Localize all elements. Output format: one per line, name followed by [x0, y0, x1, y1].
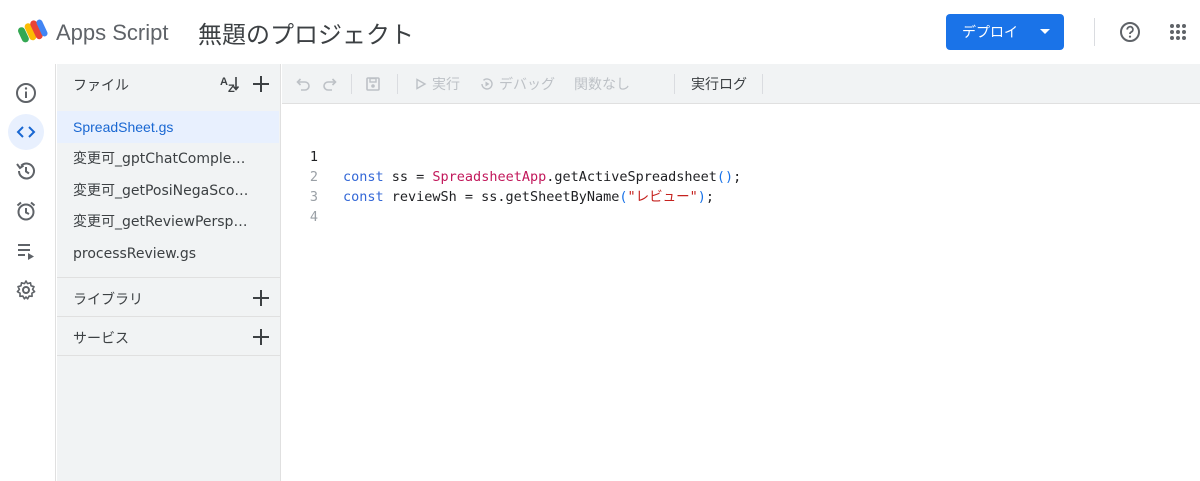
files-panel: ファイル A Z SpreadSheet.gs 変更可_gptChatCompl…	[57, 64, 281, 481]
toolbar-divider	[351, 74, 352, 94]
save-icon[interactable]	[365, 74, 381, 94]
debug-button[interactable]: デバッグ	[479, 74, 555, 94]
execution-log-button[interactable]: 実行ログ	[691, 74, 747, 94]
sort-az-icon[interactable]: A Z	[219, 73, 241, 95]
files-header: ファイル A Z	[57, 64, 281, 104]
services-label: サービス	[73, 331, 129, 347]
toolbar-divider	[762, 74, 763, 94]
debug-icon	[481, 78, 493, 90]
svg-text:A: A	[220, 76, 228, 88]
file-item-spreadsheet[interactable]: SpreadSheet.gs	[57, 111, 279, 143]
execution-log-label: 実行ログ	[691, 77, 747, 93]
triggers-button[interactable]	[8, 193, 44, 229]
redo-icon[interactable]	[322, 74, 338, 94]
info-icon	[16, 83, 36, 103]
files-title: ファイル	[73, 78, 129, 94]
file-item-review-perspective[interactable]: 変更可_getReviewPerspecti...	[57, 206, 279, 238]
libraries-label: ライブラリ	[73, 292, 143, 308]
header-divider	[1094, 18, 1095, 46]
chevron-down-icon	[1040, 29, 1050, 34]
code-line: 3	[282, 167, 1200, 205]
gear-icon	[16, 280, 36, 300]
file-item-process-review[interactable]: processReview.gs	[57, 238, 279, 270]
play-icon	[416, 78, 427, 90]
help-icon[interactable]	[1119, 21, 1141, 43]
toolbar-divider	[397, 74, 398, 94]
add-service-icon[interactable]	[251, 327, 271, 347]
deploy-button[interactable]: デプロイ	[946, 14, 1064, 50]
file-item-posi-nega-score[interactable]: 変更可_getPosiNegaScore.gs	[57, 175, 279, 207]
toolbar-divider	[674, 74, 675, 94]
function-select-value: 関数なし	[574, 77, 630, 93]
libraries-section[interactable]: ライブラリ	[57, 277, 281, 316]
code-editor[interactable]: 1 const ss = SpreadsheetApp.getActiveSpr…	[282, 105, 1200, 481]
line-number: 4	[309, 209, 318, 225]
add-file-icon[interactable]	[251, 74, 271, 94]
settings-button[interactable]	[8, 272, 44, 308]
playlist-play-icon	[18, 244, 34, 260]
add-library-icon[interactable]	[251, 288, 271, 308]
function-select[interactable]: 関数なし	[574, 74, 630, 94]
section-divider	[57, 355, 281, 356]
run-label: 実行	[432, 77, 460, 93]
overview-button[interactable]	[8, 75, 44, 111]
editor-toolbar: 実行 デバッグ 関数なし 実行ログ	[282, 64, 1200, 104]
history-icon	[16, 162, 35, 180]
svg-text:Z: Z	[228, 83, 235, 95]
google-apps-icon[interactable]	[1168, 22, 1188, 42]
apps-script-logo[interactable]	[18, 17, 48, 45]
executions-button[interactable]	[8, 233, 44, 269]
project-title[interactable]: 無題のプロジェクト	[198, 15, 414, 50]
services-section[interactable]: サービス	[57, 316, 281, 355]
undo-icon[interactable]	[295, 74, 311, 94]
nav-rail	[0, 64, 56, 481]
file-item-gpt-chat-completion[interactable]: 変更可_gptChatCompletion...	[57, 143, 279, 175]
code-icon	[16, 126, 36, 138]
alarm-clock-icon	[16, 201, 36, 221]
code-line: 1 const ss = SpreadsheetApp.getActiveSpr…	[282, 127, 1200, 185]
app-name: Apps Script	[56, 20, 169, 45]
code-line: 4	[282, 187, 1200, 225]
top-bar: Apps Script 無題のプロジェクト デプロイ	[0, 0, 1200, 64]
deploy-button-label: デプロイ	[962, 25, 1018, 41]
history-button[interactable]	[8, 153, 44, 189]
debug-label: デバッグ	[499, 77, 555, 93]
editor-button[interactable]	[8, 114, 44, 150]
run-button[interactable]: 実行	[415, 74, 460, 94]
code-line: 2 const reviewSh = ss.getSheetByName("レビ…	[282, 147, 1200, 205]
